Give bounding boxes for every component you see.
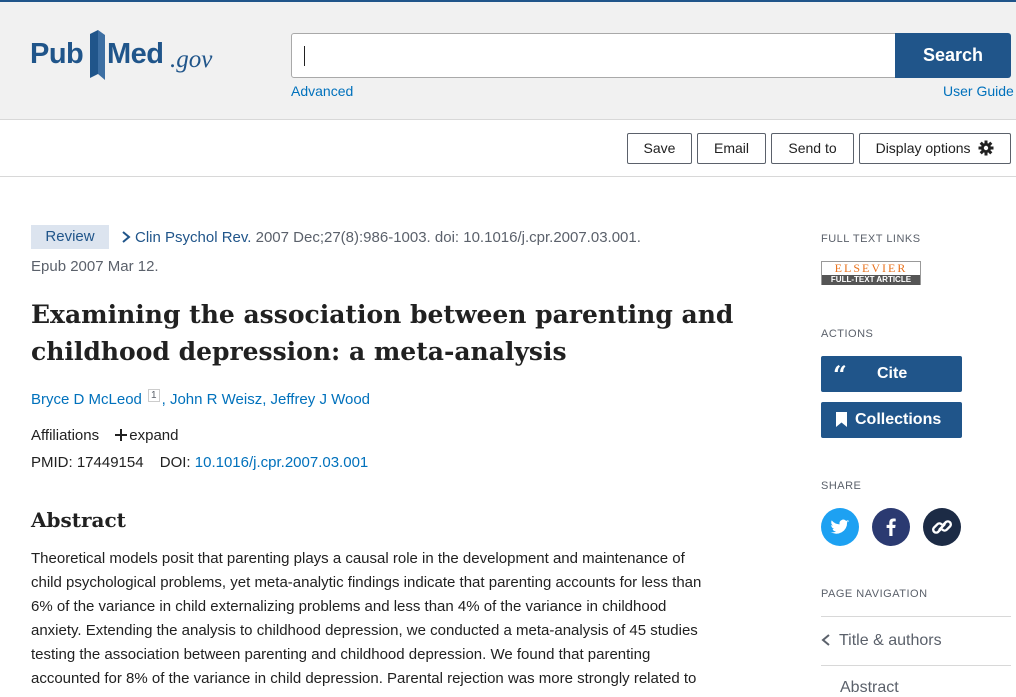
facebook-share-button[interactable] (872, 508, 910, 546)
abstract-text: Theoretical models posit that parenting … (31, 547, 756, 691)
expand-affiliations-button[interactable]: expand (115, 427, 178, 444)
twitter-icon (830, 519, 849, 534)
toolbar: Save Email Send to Display options (0, 120, 1016, 177)
copy-link-share-button[interactable] (923, 508, 961, 546)
affiliations-row: Affiliations expand (31, 427, 178, 444)
chevron-right-icon (122, 231, 131, 243)
nav-item-label: Title & authors (839, 632, 942, 649)
citation-line: Clin Psychol Rev. 2007 Dec;27(8):986-100… (121, 229, 641, 246)
article-title: Examining the association between parent… (31, 300, 734, 366)
article-type-badge: Review (31, 225, 109, 249)
abstract-line: testing the association between parentin… (31, 646, 651, 663)
author-links-rest[interactable]: , John R Weisz, Jeffrey J Wood (162, 391, 370, 408)
advanced-link[interactable]: Advanced (291, 83, 353, 99)
pubmed-logo[interactable]: Pub Med .gov (30, 28, 220, 84)
twitter-share-button[interactable] (821, 508, 859, 546)
send-to-button[interactable]: Send to (771, 133, 854, 164)
full-text-links-heading: FULL TEXT LINKS (821, 233, 921, 245)
affiliation-number[interactable]: 1 (148, 389, 160, 402)
elsevier-full-text-label: FULL-TEXT ARTICLE (822, 275, 920, 285)
elsevier-full-text-link[interactable]: ELSEVIER FULL-TEXT ARTICLE (821, 261, 921, 285)
abstract-line: 6% of the variance in child externalizin… (31, 598, 667, 615)
quote-icon: “ (833, 360, 847, 389)
plus-icon (115, 429, 128, 441)
logo-gov-text: .gov (170, 46, 213, 73)
abstract-line: Theoretical models posit that parenting … (31, 550, 685, 567)
logo-book-icon (90, 30, 105, 80)
actions-heading: ACTIONS (821, 328, 874, 340)
text-caret (304, 46, 305, 66)
journal-link[interactable]: Clin Psychol Rev. (135, 229, 251, 246)
svg-text:“: “ (833, 360, 847, 389)
nav-divider (821, 616, 1011, 617)
cite-button[interactable]: “ Cite (821, 356, 962, 392)
page-navigation-heading: PAGE NAVIGATION (821, 588, 928, 600)
search-button[interactable]: Search (895, 33, 1011, 78)
doi-label: DOI: (159, 454, 195, 471)
authors-list: Bryce D McLeod 1, John R Weisz, Jeffrey … (31, 389, 370, 408)
display-options-label: Display options (875, 140, 971, 156)
save-button[interactable]: Save (627, 133, 692, 164)
nav-item-title-authors[interactable]: Title & authors (821, 632, 1011, 650)
display-options-button[interactable]: Display options (859, 133, 1011, 164)
collections-label: Collections (855, 411, 942, 428)
chevron-left-icon (821, 634, 830, 646)
epub-date: Epub 2007 Mar 12. (31, 258, 159, 275)
affiliations-label: Affiliations (31, 427, 100, 444)
email-button[interactable]: Email (697, 133, 766, 164)
gear-icon (978, 140, 994, 156)
facebook-icon (886, 518, 896, 536)
expand-label: expand (129, 427, 179, 444)
elsevier-logo-text: ELSEVIER (834, 261, 908, 275)
logo-pub-text: Pub (30, 38, 84, 70)
identifiers-row: PMID: 17449154 DOI: 10.1016/j.cpr.2007.0… (31, 454, 368, 471)
nav-item-abstract[interactable]: Abstract (840, 679, 1016, 697)
share-heading: SHARE (821, 480, 862, 492)
user-guide-link[interactable]: User Guide (943, 83, 1014, 99)
link-icon (932, 520, 952, 534)
bookmark-icon (836, 412, 847, 427)
pmid-label: PMID: 17449154 (31, 454, 144, 471)
cite-label: Cite (877, 365, 908, 382)
logo-med-text: Med (107, 38, 164, 70)
abstract-line: child psychological problems, yet meta-a… (31, 574, 702, 591)
header: Pub Med .gov Search Advanced User Guide (0, 2, 1016, 120)
author-link[interactable]: Bryce D McLeod (31, 391, 142, 408)
abstract-heading: Abstract (31, 508, 126, 532)
abstract-line: accounted for 8% of the variance in chil… (31, 670, 697, 687)
abstract-line: anxiety. Extending the analysis to child… (31, 622, 698, 639)
nav-divider (821, 665, 1011, 666)
citation-details: 2007 Dec;27(8):986-1003. doi: 10.1016/j.… (251, 229, 641, 246)
search-input[interactable] (291, 33, 896, 78)
collections-button[interactable]: Collections (821, 402, 962, 438)
doi-link[interactable]: 10.1016/j.cpr.2007.03.001 (195, 454, 368, 471)
